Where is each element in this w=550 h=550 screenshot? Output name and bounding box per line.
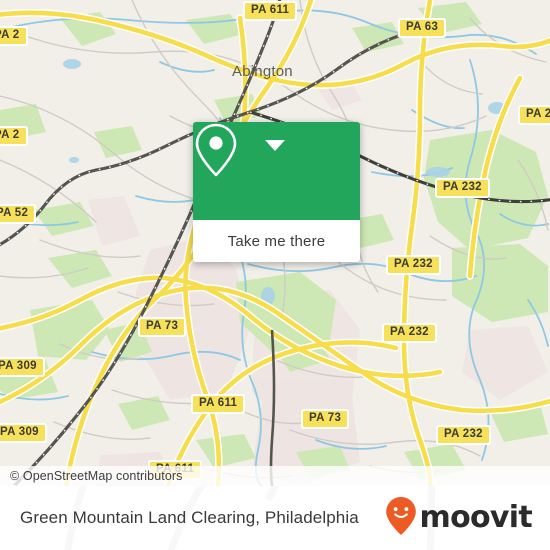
road-shield: PA 73 — [301, 409, 350, 429]
road-shield: PA 232 — [435, 178, 490, 198]
road-shield: PA 611 — [243, 1, 298, 21]
footer-bar: Green Mountain Land Clearing, Philadelph… — [0, 486, 550, 550]
moovit-wordmark: moovit — [419, 500, 533, 535]
location-title: Green Mountain Land Clearing, Philadelph… — [20, 508, 359, 527]
road-shield: PA 52 — [0, 204, 37, 224]
map-canvas[interactable]: Abington PA 611 PA 63 PA 2 PA 22 PA 2 PA… — [0, 0, 550, 486]
road-shield: PA 232 — [386, 255, 441, 275]
road-shield: PA 63 — [398, 18, 447, 38]
take-me-there-label: Take me there — [227, 232, 326, 250]
road-shield: PA 232 — [382, 323, 437, 343]
map-attribution-bar: © OpenStreetMap contributors — [0, 466, 550, 486]
place-label-abington: Abington — [232, 63, 293, 80]
popup-header — [193, 122, 360, 220]
map-screenshot: Abington PA 611 PA 63 PA 2 PA 22 PA 2 PA… — [0, 0, 550, 550]
road-shield: PA 309 — [0, 357, 45, 377]
moovit-pin-smiley-icon — [385, 496, 417, 541]
road-shield: PA 611 — [191, 394, 246, 414]
road-shield: PA 73 — [138, 317, 187, 337]
road-shield: PA 2 — [0, 26, 28, 46]
attribution-text: © OpenStreetMap contributors — [10, 469, 183, 483]
popup-action-bar[interactable]: Take me there — [193, 220, 360, 262]
road-shield: PA 2 — [0, 126, 28, 146]
footer-content: Green Mountain Land Clearing, Philadelph… — [0, 486, 550, 550]
road-shield: PA 309 — [0, 423, 47, 443]
popup-tail-pointer — [265, 140, 285, 151]
road-shield: PA 232 — [436, 425, 491, 445]
road-shield: PA 22 — [518, 105, 550, 125]
moovit-logo[interactable]: moovit — [385, 496, 533, 541]
